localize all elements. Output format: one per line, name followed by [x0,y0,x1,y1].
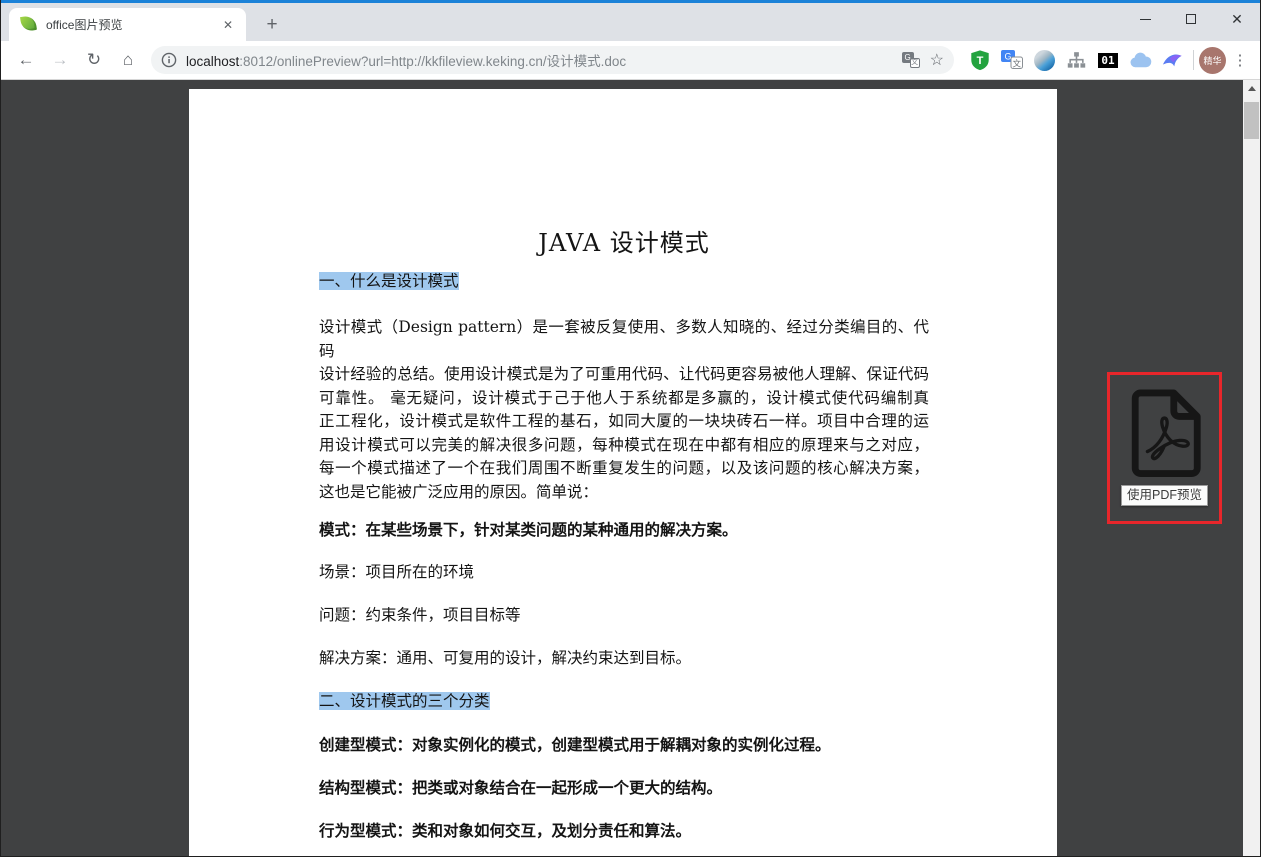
svg-text:文: 文 [1013,58,1022,68]
extension-translate[interactable]: G 文 [998,46,1026,74]
document-body: JAVA 设计模式 一、什么是设计模式 设计模式（Design pattern）… [189,89,1057,856]
scene-line: 场景：项目所在的环境 [319,564,929,581]
browser-toolbar: ← → ↻ ⌂ localhost:8012/onlinePreview?url… [1,41,1260,80]
extensions-row: T G 文 01 [964,46,1252,74]
section-heading-2: 二、设计模式的三个分类 [319,693,929,710]
bookmark-star-icon[interactable]: ☆ [930,50,944,70]
paragraph-line: 设计模式（Design pattern）是一套被反复使用、多数人知晓的、经过分类… [319,316,929,363]
extension-bird[interactable] [1158,46,1186,74]
close-icon: ✕ [1231,12,1243,26]
extension-cloud[interactable] [1126,46,1154,74]
omnibox-actions: G 文 ☆ [902,50,944,70]
scrollbar-up-button[interactable] [1243,80,1260,97]
forward-button[interactable]: → [46,46,74,74]
document-title: JAVA 设计模式 [319,227,929,259]
browser-tab[interactable]: office图片预览 ✕ [9,8,246,41]
new-tab-button[interactable]: + [259,13,285,39]
pdf-preview-label: 使用PDF预览 [1121,485,1208,506]
pdf-preview-button[interactable]: 使用PDF预览 [1107,372,1222,524]
svg-text:T: T [977,55,984,67]
creational-line: 创建型模式：对象实例化的模式，创建型模式用于解耦对象的实例化过程。 [319,736,929,753]
section-heading-1: 一、什么是设计模式 [319,273,929,290]
close-button[interactable]: ✕ [1214,3,1260,35]
bird-icon [1161,50,1183,70]
paragraph-line: 设计经验的总结。使用设计模式是为了可重用代码、让代码更容易被他人理解、保证代码 [319,363,929,387]
counter-badge: 01 [1098,53,1117,68]
extension-green-shield[interactable]: T [966,46,994,74]
scrollbar-thumb[interactable] [1244,102,1259,139]
maximize-button[interactable] [1168,3,1214,35]
titlebar: office图片预览 ✕ + ✕ [1,3,1260,41]
toolbar-separator [1193,50,1194,70]
url-host: localhost [186,54,239,69]
chrome-menu-icon[interactable]: ⋮ [1228,46,1252,74]
shield-icon: T [969,49,991,71]
document-page: JAVA 设计模式 一、什么是设计模式 设计模式（Design pattern）… [189,89,1057,856]
translate-wen-glyph: 文 [910,58,920,68]
structural-line: 结构型模式：把类或对象结合在一起形成一个更大的结构。 [319,779,929,796]
address-bar[interactable]: localhost:8012/onlinePreview?url=http://… [151,46,954,74]
tab-title: office图片预览 [46,16,218,33]
maximize-icon [1186,14,1196,24]
extension-circle[interactable] [1030,46,1058,74]
page-info-icon[interactable] [161,52,177,68]
reload-button[interactable]: ↻ [80,46,108,74]
swirl-circle-icon [1034,50,1055,71]
extension-sitemap[interactable] [1062,46,1090,74]
window-controls: ✕ [1122,3,1260,35]
solution-line: 解决方案：通用、可复用的设计，解决约束达到目标。 [319,650,929,667]
tab-close-icon[interactable]: ✕ [218,16,238,34]
profile-avatar[interactable]: 精华 [1199,47,1226,74]
minimize-icon [1140,19,1151,20]
url-text[interactable]: localhost:8012/onlinePreview?url=http://… [186,50,902,70]
paragraph-line: 每一个模式描述了一个在我们周围不断重复发生的问题，以及该问题的核心解决方案， [319,457,929,481]
paragraph-line: 这也是它能被广泛应用的原因。简单说： [319,481,929,505]
browser-window: office图片预览 ✕ + ✕ ← → ↻ ⌂ localhost:8012/… [0,0,1261,857]
home-button[interactable]: ⌂ [114,46,142,74]
paragraph-line: 正工程化，设计模式是软件工程的基石，如同大厦的一块块砖石一样。项目中合理的运 [319,410,929,434]
intro-paragraph: 设计模式（Design pattern）是一套被反复使用、多数人知晓的、经过分类… [319,316,929,504]
extension-01-counter[interactable]: 01 [1094,46,1122,74]
problem-line: 问题：约束条件，项目目标等 [319,607,929,624]
back-button[interactable]: ← [12,46,40,74]
vertical-scrollbar[interactable] [1243,80,1260,856]
behavioral-line: 行为型模式：类和对象如何交互，及划分责任和算法。 [319,822,929,839]
pattern-definition-line: 模式：在某些场景下，针对某类问题的某种通用的解决方案。 [319,521,929,538]
paragraph-line: 可靠性。 毫无疑问，设计模式于己于他人于系统都是多赢的，设计模式使代码编制真 [319,387,929,411]
paragraph-line: 用设计模式可以完美的解决很多问题，每种模式在现在中都有相应的原理来与之对应， [319,434,929,458]
sitemap-icon [1067,51,1086,70]
svg-text:G: G [1004,52,1011,62]
cloud-icon [1129,51,1152,69]
translate-page-icon[interactable]: G 文 [902,52,920,68]
url-path: :8012/onlinePreview?url=http://kkfilevie… [239,54,626,69]
translate-icon: G 文 [1001,50,1023,70]
minimize-button[interactable] [1122,3,1168,35]
scroll-up-icon [1248,86,1256,91]
pdf-file-icon [1123,388,1207,478]
spring-leaf-favicon [21,16,38,33]
page-content-area: JAVA 设计模式 一、什么是设计模式 设计模式（Design pattern）… [1,80,1260,856]
